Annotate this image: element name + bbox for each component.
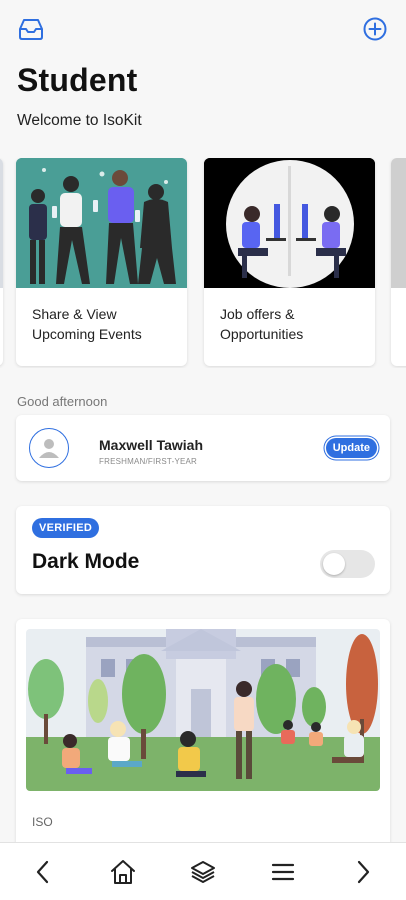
dark-mode-title: Dark Mode <box>32 550 140 573</box>
feature-tag: ISO <box>32 815 53 829</box>
carousel-card-image <box>0 158 3 288</box>
carousel-card-label: Job offers & Opportunities <box>204 288 375 344</box>
top-bar <box>16 14 390 44</box>
layers-icon[interactable] <box>186 855 220 889</box>
jobs-illustration <box>204 158 375 288</box>
user-icon <box>29 428 69 468</box>
card-label-line: Opportunities <box>220 326 304 342</box>
profile-name: Maxwell Tawiah <box>99 437 203 453</box>
bottom-nav <box>0 842 406 900</box>
verified-badge: VERIFIED <box>32 518 100 538</box>
dark-mode-toggle[interactable] <box>320 550 375 578</box>
card-label-line: Job offers & <box>220 306 295 322</box>
toggle-knob <box>323 553 345 575</box>
inbox-tray-icon[interactable] <box>16 14 46 44</box>
chevron-right-icon[interactable] <box>346 855 380 889</box>
carousel-card-image <box>391 158 406 288</box>
menu-icon[interactable] <box>266 855 300 889</box>
carousel-card-label: Share & View Upcoming Events <box>16 288 187 344</box>
update-button[interactable]: Update <box>325 438 377 458</box>
feature-carousel[interactable]: Share & View Upcoming Events Job offers … <box>0 158 406 368</box>
profile-card[interactable]: Maxwell Tawiah FRESHMAN/FIRST-YEAR Updat… <box>16 415 390 481</box>
page-subtitle: Welcome to IsoKit <box>17 112 142 129</box>
page-title: Student <box>17 62 138 98</box>
chevron-left-icon[interactable] <box>26 855 60 889</box>
greeting-text: Good afternoon <box>17 394 108 409</box>
card-label-line: Share & View <box>32 306 117 322</box>
carousel-card-peek-right[interactable] <box>391 158 406 366</box>
plus-circle-icon[interactable] <box>360 14 390 44</box>
dark-mode-card: VERIFIED Dark Mode <box>16 506 390 594</box>
campus-illustration <box>26 629 380 791</box>
carousel-card-events[interactable]: Share & View Upcoming Events <box>16 158 187 366</box>
carousel-card-peek-left[interactable] <box>0 158 3 366</box>
card-label-line: Upcoming Events <box>32 326 142 342</box>
carousel-card-jobs[interactable]: Job offers & Opportunities <box>204 158 375 366</box>
profile-role: FRESHMAN/FIRST-YEAR <box>99 457 198 466</box>
events-illustration <box>16 158 187 288</box>
home-icon[interactable] <box>106 855 140 889</box>
feature-card[interactable]: ISO <box>16 619 390 859</box>
